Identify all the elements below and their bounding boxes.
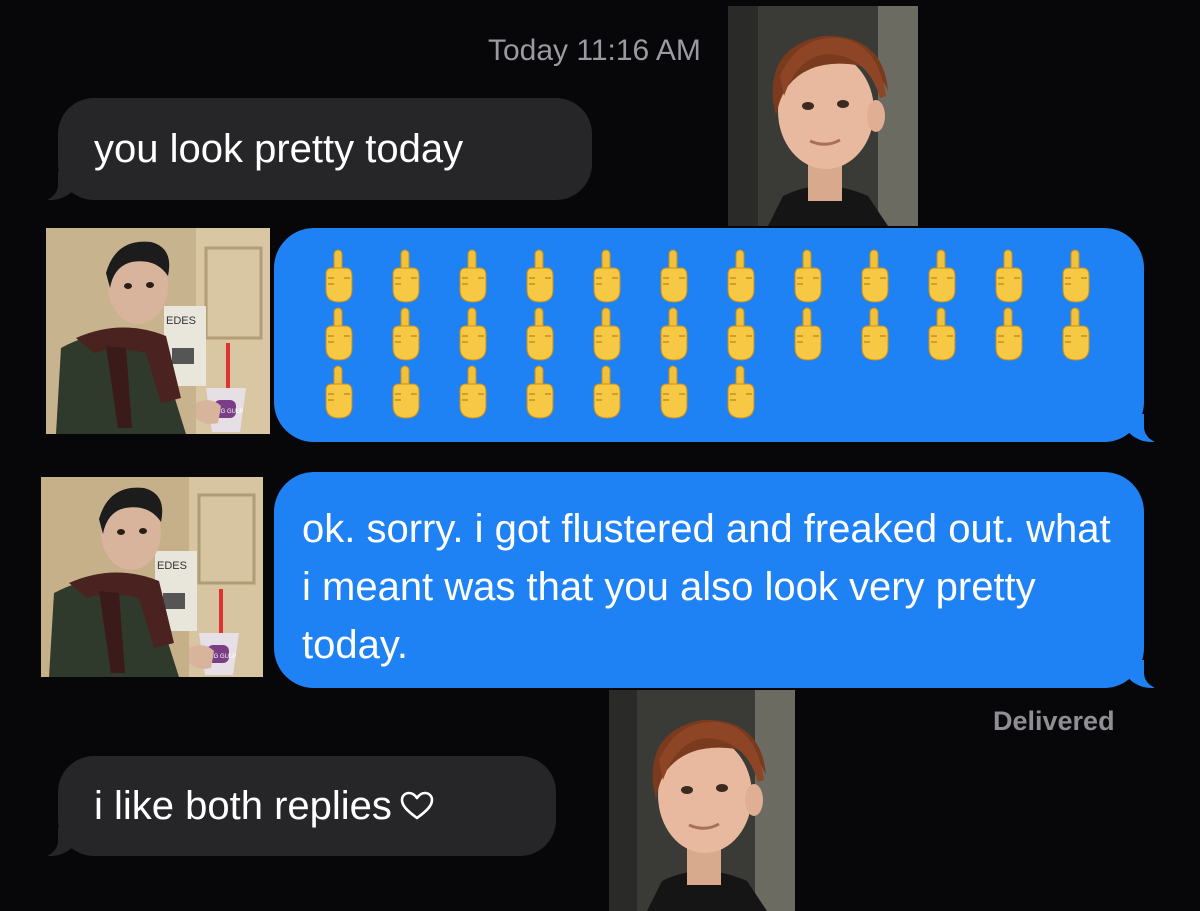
middle-finger-emoji xyxy=(392,249,420,303)
middle-finger-emoji xyxy=(325,365,353,419)
outgoing-emoji-message-bubble[interactable] xyxy=(274,228,1170,443)
reaction-photo: EDES BIG GULP xyxy=(46,228,270,434)
middle-finger-emoji xyxy=(1062,249,1090,303)
portrait-image xyxy=(609,690,795,911)
middle-finger-emoji xyxy=(660,307,688,361)
middle-finger-emoji xyxy=(928,249,956,303)
middle-finger-emoji xyxy=(526,307,554,361)
reaction-photo xyxy=(728,6,918,226)
conversation-timestamp: Today 11:16 AM xyxy=(488,34,701,67)
middle-finger-emoji xyxy=(593,249,621,303)
emoji-grid xyxy=(318,248,1114,428)
reaction-photo xyxy=(609,690,795,911)
poster-label: EDES xyxy=(166,315,196,327)
portrait-image: EDES BIG GULP xyxy=(46,228,270,434)
outgoing-message-bubble[interactable]: ok. sorry. i got flustered and freaked o… xyxy=(274,472,1170,689)
middle-finger-emoji xyxy=(727,365,755,419)
middle-finger-emoji xyxy=(593,307,621,361)
middle-finger-emoji xyxy=(459,365,487,419)
message-text: ok. sorry. i got flustered and freaked o… xyxy=(302,507,1111,667)
middle-finger-emoji xyxy=(392,365,420,419)
delivered-status: Delivered xyxy=(993,706,1115,736)
incoming-message-bubble[interactable]: you look pretty today xyxy=(32,98,592,201)
poster-label: EDES xyxy=(157,560,187,572)
middle-finger-emoji xyxy=(459,307,487,361)
middle-finger-emoji xyxy=(593,365,621,419)
middle-finger-emoji xyxy=(794,307,822,361)
reaction-photo: EDES BIG GULP xyxy=(41,477,263,677)
middle-finger-emoji xyxy=(392,307,420,361)
portrait-image xyxy=(728,6,918,226)
middle-finger-emoji xyxy=(995,249,1023,303)
middle-finger-emoji xyxy=(526,365,554,419)
middle-finger-emoji xyxy=(325,249,353,303)
middle-finger-emoji xyxy=(861,307,889,361)
middle-finger-emoji xyxy=(727,249,755,303)
middle-finger-emoji xyxy=(861,249,889,303)
middle-finger-emoji xyxy=(660,365,688,419)
messages-screen: Today 11:16 AM you look pretty today ok.… xyxy=(0,0,1200,911)
middle-finger-emoji xyxy=(459,249,487,303)
middle-finger-emoji xyxy=(660,249,688,303)
message-text: i like both replies xyxy=(94,784,392,828)
message-text: you look pretty today xyxy=(94,127,464,171)
incoming-message-bubble[interactable]: i like both replies xyxy=(32,756,556,857)
middle-finger-emoji xyxy=(794,249,822,303)
portrait-image: EDES BIG GULP xyxy=(41,477,263,677)
middle-finger-emoji xyxy=(928,307,956,361)
middle-finger-emoji xyxy=(995,307,1023,361)
middle-finger-emoji xyxy=(526,249,554,303)
middle-finger-emoji xyxy=(325,307,353,361)
heart-outline-icon xyxy=(400,791,434,820)
middle-finger-emoji xyxy=(1062,307,1090,361)
middle-finger-emoji xyxy=(727,307,755,361)
